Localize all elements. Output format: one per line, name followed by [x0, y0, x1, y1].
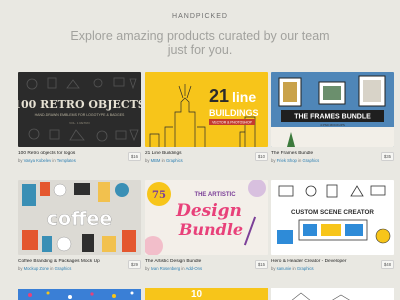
- thumb-word-line: line: [232, 89, 256, 105]
- thumb-tagline: VECTOR & PHOTOSHOP: [212, 121, 253, 125]
- section-headline: Explore amazing products curated by our …: [70, 29, 330, 57]
- product-title[interactable]: Coffee Branding & Packages Mock Up: [18, 259, 118, 264]
- category-link[interactable]: Graphics: [297, 266, 314, 271]
- product-byline: by Mockup Zone in Graphics: [18, 266, 72, 271]
- retro-objects-thumbnail-art: 100 RETRO OBJECTS HAND-DRAWN EMBLEMS FOR…: [18, 72, 141, 147]
- category-link[interactable]: Templates: [57, 158, 76, 163]
- sketch-thumbnail-art: [291, 292, 350, 300]
- category-link[interactable]: Add-Ons: [186, 266, 203, 271]
- thumb-number: 21: [209, 86, 229, 106]
- thumb-title: CUSTOM SCENE CREATOR: [291, 209, 374, 216]
- thumb-volume: VOL. 1 RETRO: [69, 121, 90, 125]
- frames-bundle-thumbnail-art: THE FRAMES BUNDLE 4 PSD MOCKUPS: [271, 72, 394, 147]
- product-byline: by Vasya Kobelev in Templates: [18, 158, 76, 163]
- price-badge: $29: [127, 260, 141, 269]
- price-badge: $16: [127, 152, 141, 161]
- thumb-number: 10: [191, 289, 203, 300]
- category-link[interactable]: Graphics: [55, 266, 72, 271]
- coffee-thumbnail-art: coffee: [18, 180, 141, 255]
- author-link[interactable]: Friek Shop: [277, 158, 297, 163]
- product-thumbnail[interactable]: 75 THE ARTISTIC Design Bundle: [145, 180, 268, 255]
- product-title[interactable]: The Frames Bundle: [271, 151, 371, 156]
- product-thumbnail-partial[interactable]: [271, 288, 394, 300]
- product-byline: by Ivan Rosenberg in Add-Ons: [145, 266, 203, 271]
- artistic-bundle-thumbnail-art: 75 THE ARTISTIC Design Bundle: [145, 180, 268, 255]
- thumb-title: THE FRAMES BUNDLE: [294, 114, 371, 121]
- product-title[interactable]: Hero & Header Creator - Developer: [271, 259, 371, 264]
- thumb-subtitle: HAND-DRAWN EMBLEMS FOR LOGOTYPE & BADGES: [35, 113, 125, 117]
- product-thumbnail[interactable]: coffee: [18, 180, 141, 255]
- product-thumbnail[interactable]: 21 line BUILDINGS VECTOR & PHOTOSHOP: [145, 72, 268, 147]
- price-badge: $15: [254, 260, 268, 269]
- scene-creator-thumbnail-art: CUSTOM SCENE CREATOR: [271, 180, 394, 255]
- price-badge: $10: [254, 152, 268, 161]
- author-link[interactable]: Mockup Zone: [24, 266, 49, 271]
- thumb-title: THE ARTISTIC: [194, 192, 236, 198]
- product-title[interactable]: 100 Retro objects for logos: [18, 151, 118, 156]
- category-link[interactable]: Graphics: [302, 158, 319, 163]
- product-byline: by MBM in Graphics: [145, 158, 183, 163]
- thumb-word-bundle: Bundle: [178, 220, 243, 239]
- product-title[interactable]: The Artistic Design Bundle: [145, 259, 245, 264]
- thumb-badge-number: 75: [152, 190, 166, 201]
- thumb-word-design: Design: [175, 201, 242, 221]
- thumb-title: 100 RETRO OBJECTS: [18, 98, 141, 111]
- author-link[interactable]: sanunie: [277, 266, 292, 271]
- product-byline: by sanunie in Graphics: [271, 266, 314, 271]
- handpicked-header: HANDPICKED Explore amazing products cura…: [0, 0, 400, 72]
- line-buildings-thumbnail-art: 21 line BUILDINGS VECTOR & PHOTOSHOP: [145, 72, 268, 147]
- category-link[interactable]: Graphics: [166, 158, 183, 163]
- product-thumbnail[interactable]: THE FRAMES BUNDLE 4 PSD MOCKUPS: [271, 72, 394, 147]
- author-link[interactable]: MBM: [151, 158, 161, 163]
- author-link[interactable]: Vasya Kobelev: [24, 158, 52, 163]
- product-thumbnail[interactable]: CUSTOM SCENE CREATOR: [271, 180, 394, 255]
- author-link[interactable]: Ivan Rosenberg: [151, 266, 181, 271]
- product-title[interactable]: 21 Line Buildings: [145, 151, 245, 156]
- product-thumbnail-partial[interactable]: 10: [145, 288, 268, 300]
- product-thumbnail[interactable]: 100 RETRO OBJECTS HAND-DRAWN EMBLEMS FOR…: [18, 72, 141, 147]
- thumb-title: coffee: [47, 208, 112, 230]
- thumb-word-buildings: BUILDINGS: [209, 108, 259, 118]
- price-badge: $35: [380, 152, 394, 161]
- thumb-subtitle: 4 PSD MOCKUPS: [320, 123, 345, 127]
- price-badge: $48: [380, 260, 394, 269]
- section-eyebrow: HANDPICKED: [172, 13, 228, 20]
- product-thumbnail-partial[interactable]: [18, 288, 141, 300]
- product-byline: by Friek Shop in Graphics: [271, 158, 320, 163]
- confetti-thumbnail-art: [18, 289, 141, 300]
